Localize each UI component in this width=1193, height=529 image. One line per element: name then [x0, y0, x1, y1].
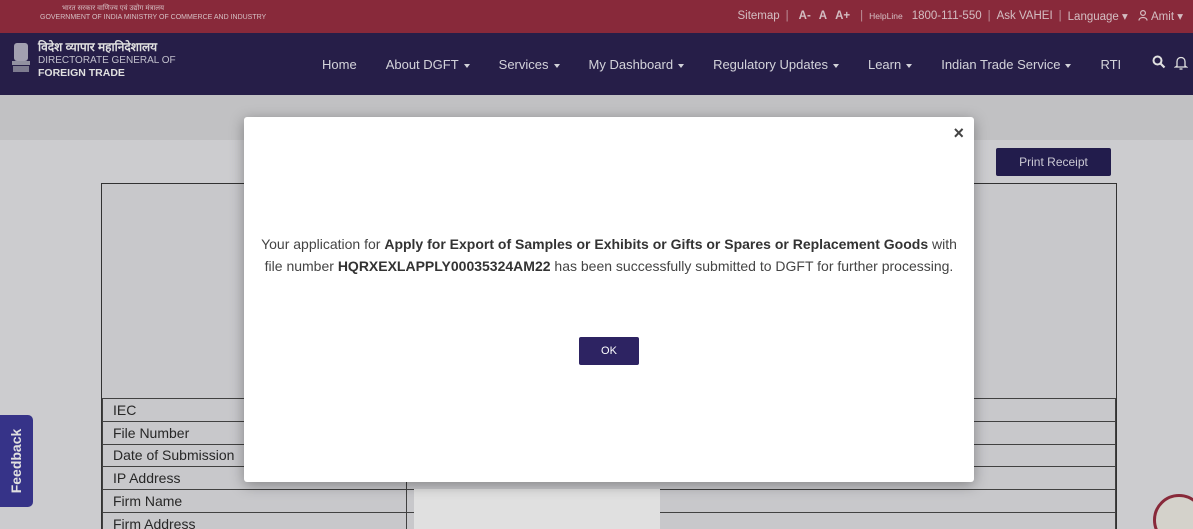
file-number: HQRXEXLAPPLY00035324AM22	[337, 257, 551, 274]
application-name: Apply for Export of Samples or Exhibits …	[384, 236, 929, 252]
modal-message: Your application for Apply for Export of…	[256, 234, 962, 277]
message-text: Your application for	[261, 236, 385, 252]
message-text: has been successfully submitted to DGFT …	[550, 257, 954, 274]
close-icon[interactable]: ×	[953, 123, 964, 144]
submission-success-modal: × Your application for Apply for Export …	[244, 117, 974, 482]
ok-button[interactable]: OK	[579, 337, 639, 365]
